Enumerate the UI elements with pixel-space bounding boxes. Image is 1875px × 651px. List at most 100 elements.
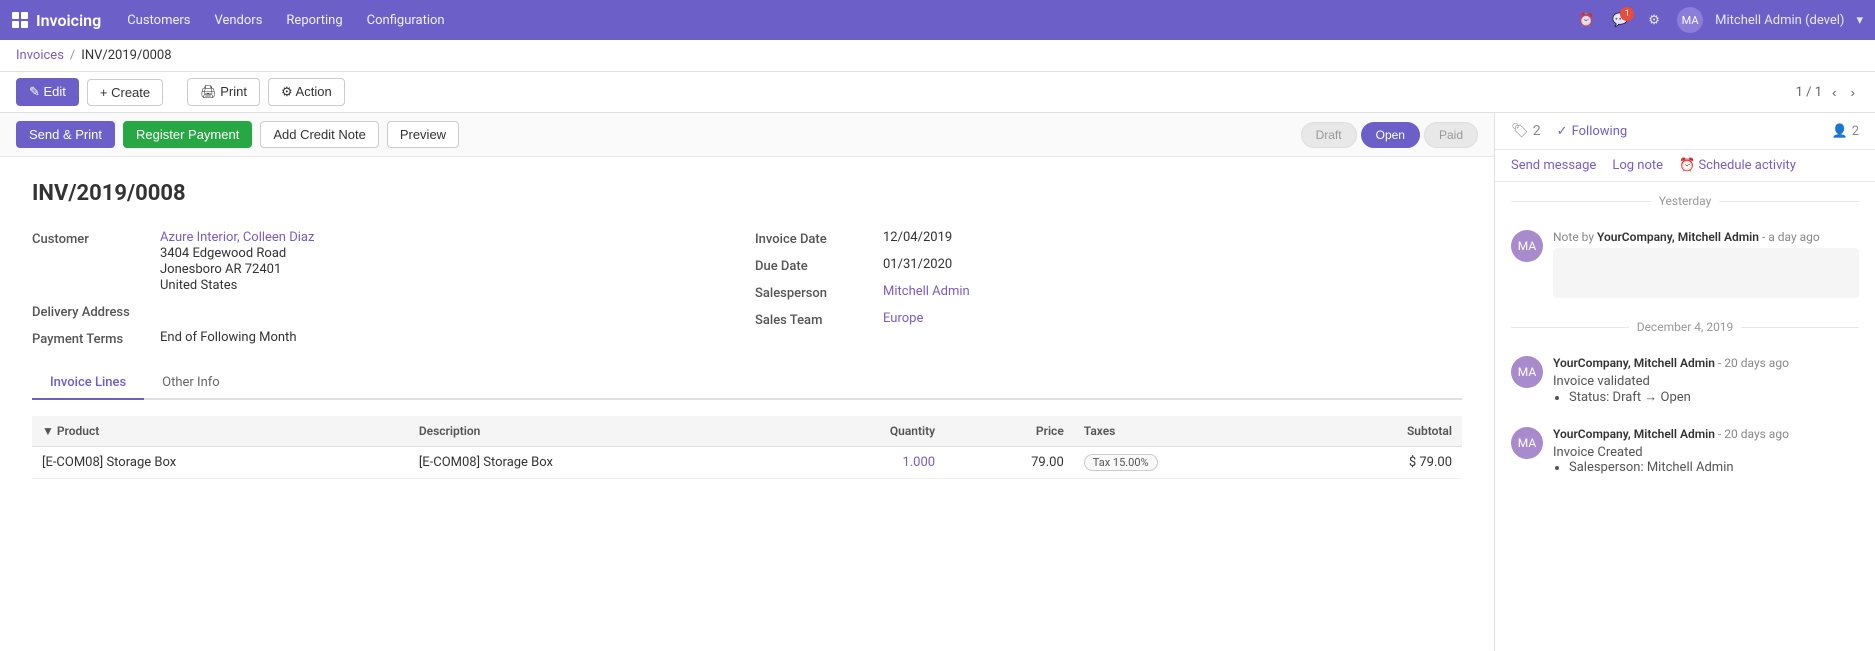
form-right: Invoice Date 12/04/2019 Due Date 01/31/2… — [755, 230, 1462, 347]
menu-configuration[interactable]: Configuration — [357, 9, 455, 32]
invoice-form: INV/2019/0008 Customer Azure Interior, C… — [0, 157, 1494, 503]
payment-terms-row: Payment Terms End of Following Month — [32, 330, 739, 347]
following-label: Following — [1572, 124, 1628, 139]
message-author-1: YourCompany, Mitchell Admin — [1597, 230, 1759, 244]
chatter: 🏷 2 ✓ Following 👤 2 Send message Log not… — [1495, 113, 1875, 651]
sales-team-label: Sales Team — [755, 311, 875, 328]
sales-team-link[interactable]: Europe — [883, 311, 923, 326]
app-logo[interactable]: Invoicing — [12, 11, 101, 30]
message-header-3: YourCompany, Mitchell Admin - 20 days ag… — [1553, 427, 1859, 441]
status-open[interactable]: Open — [1361, 122, 1420, 148]
sort-icon: ▼ — [42, 424, 57, 438]
message-title-3: Invoice Created — [1553, 445, 1859, 460]
row-quantity: 1.000 — [786, 447, 945, 479]
schedule-activity-link[interactable]: ⏰ Schedule activity — [1679, 158, 1796, 173]
send-print-button[interactable]: Send & Print — [16, 121, 115, 148]
menu-customers[interactable]: Customers — [117, 9, 200, 32]
pagination-label: 1 / 1 — [1796, 85, 1822, 100]
prev-button[interactable]: ‹ — [1828, 83, 1840, 102]
page-wrapper: Invoices / INV/2019/0008 ✎ Edit + Create… — [0, 40, 1875, 651]
customer-row: Customer Azure Interior, Colleen Diaz 34… — [32, 230, 739, 293]
customer-name[interactable]: Azure Interior, Colleen Diaz — [160, 230, 314, 245]
table-header: ▼ Product Description Quantity Price Tax… — [32, 416, 1462, 447]
message-content-1: Note by YourCompany, Mitchell Admin - a … — [1553, 230, 1859, 298]
message-time-3: 20 days ago — [1724, 427, 1789, 441]
customer-value: Azure Interior, Colleen Diaz 3404 Edgewo… — [160, 230, 314, 293]
followers-section: 👤 2 — [1832, 124, 1860, 139]
send-message-link[interactable]: Send message — [1511, 158, 1596, 173]
chat-icon[interactable]: 💬 1 — [1609, 9, 1631, 31]
breadcrumb-current: INV/2019/0008 — [81, 48, 171, 63]
table-row: [E-COM08] Storage Box [E-COM08] Storage … — [32, 447, 1462, 479]
notification-badge: 1 — [1620, 7, 1634, 21]
row-product: [E-COM08] Storage Box — [32, 447, 409, 479]
user-chevron[interactable]: ▾ — [1856, 13, 1863, 28]
message-time-1: a day ago — [1768, 230, 1819, 244]
register-payment-button[interactable]: Register Payment — [123, 121, 252, 148]
avatar-2: MA — [1511, 356, 1543, 388]
action-button[interactable]: ⚙ Action — [268, 78, 345, 106]
col-subtotal: Subtotal — [1303, 416, 1462, 447]
status-draft[interactable]: Draft — [1301, 122, 1357, 148]
tags-count: 2 — [1533, 123, 1541, 139]
tag-section: 🏷 2 — [1511, 123, 1541, 139]
due-date-value: 01/31/2020 — [883, 257, 952, 272]
top-navigation: Invoicing Customers Vendors Reporting Co… — [0, 0, 1875, 40]
action-bar: ✎ Edit + Create 🖨 Print ⚙ Action 1 / 1 ‹… — [0, 72, 1875, 113]
create-button[interactable]: + Create — [87, 79, 163, 106]
breadcrumb-separator: / — [70, 48, 75, 63]
preview-button[interactable]: Preview — [387, 121, 459, 148]
message-author-2: YourCompany, Mitchell Admin — [1553, 356, 1715, 370]
product-table: ▼ Product Description Quantity Price Tax… — [32, 416, 1462, 479]
salesperson-link[interactable]: Mitchell Admin — [883, 284, 970, 299]
col-quantity: Quantity — [786, 416, 945, 447]
col-product: ▼ Product — [32, 416, 409, 447]
tab-invoice-lines[interactable]: Invoice Lines — [32, 367, 144, 400]
row-description: [E-COM08] Storage Box — [409, 447, 786, 479]
tax-badge: Tax 15.00% — [1084, 454, 1158, 471]
clock-icon[interactable]: ⏰ — [1575, 9, 1597, 31]
print-button[interactable]: 🖨 Print — [187, 78, 260, 106]
salesperson-row: Salesperson Mitchell Admin — [755, 284, 1462, 301]
table-header-row: ▼ Product Description Quantity Price Tax… — [32, 416, 1462, 447]
following-button[interactable]: ✓ Following — [1557, 124, 1628, 139]
salesperson-label: Salesperson — [755, 284, 875, 301]
col-description: Description — [409, 416, 786, 447]
invoice-date-value: 12/04/2019 — [883, 230, 952, 245]
add-credit-note-button[interactable]: Add Credit Note — [260, 121, 379, 148]
breadcrumb: Invoices / INV/2019/0008 — [0, 40, 1875, 72]
sales-team-value: Europe — [883, 311, 923, 326]
chatter-top: 🏷 2 ✓ Following 👤 2 — [1495, 113, 1875, 150]
invoice-date-label: Invoice Date — [755, 230, 875, 247]
customer-address: Azure Interior, Colleen Diaz 3404 Edgewo… — [160, 230, 314, 293]
form-grid: Customer Azure Interior, Colleen Diaz 34… — [32, 230, 1462, 347]
menu-reporting[interactable]: Reporting — [276, 9, 352, 32]
check-icon: ✓ — [1557, 124, 1568, 139]
tab-other-info[interactable]: Other Info — [144, 367, 238, 400]
message-list-2: Status: Draft → Open — [1553, 389, 1859, 405]
next-button[interactable]: › — [1847, 83, 1859, 102]
user-avatar[interactable]: MA — [1677, 7, 1703, 33]
message-content-2: YourCompany, Mitchell Admin - 20 days ag… — [1553, 356, 1859, 407]
log-note-link[interactable]: Log note — [1612, 158, 1663, 173]
edit-button[interactable]: ✎ Edit — [16, 78, 79, 106]
settings-icon[interactable]: ⚙ — [1643, 9, 1665, 31]
date-divider-yesterday: Yesterday — [1495, 182, 1875, 220]
table-body: [E-COM08] Storage Box [E-COM08] Storage … — [32, 447, 1462, 479]
payment-terms-value: End of Following Month — [160, 330, 296, 345]
customer-address2: Jonesboro AR 72401 — [160, 262, 314, 277]
menu-vendors[interactable]: Vendors — [204, 9, 272, 32]
main-content: Send & Print Register Payment Add Credit… — [0, 113, 1875, 651]
row-price: 79.00 — [945, 447, 1074, 479]
status-paid[interactable]: Paid — [1424, 122, 1478, 148]
avatar-1: MA — [1511, 230, 1543, 262]
breadcrumb-parent[interactable]: Invoices — [16, 48, 64, 63]
chatter-message-1: MA Note by YourCompany, Mitchell Admin -… — [1495, 220, 1875, 308]
form-panel: Send & Print Register Payment Add Credit… — [0, 113, 1495, 651]
message-author-3: YourCompany, Mitchell Admin — [1553, 427, 1715, 441]
delivery-address-label: Delivery Address — [32, 303, 152, 320]
message-header-1: Note by YourCompany, Mitchell Admin - a … — [1553, 230, 1859, 244]
clock-small-icon: ⏰ — [1679, 158, 1698, 173]
message-content-3: YourCompany, Mitchell Admin - 20 days ag… — [1553, 427, 1859, 477]
status-bar: Send & Print Register Payment Add Credit… — [0, 113, 1494, 157]
